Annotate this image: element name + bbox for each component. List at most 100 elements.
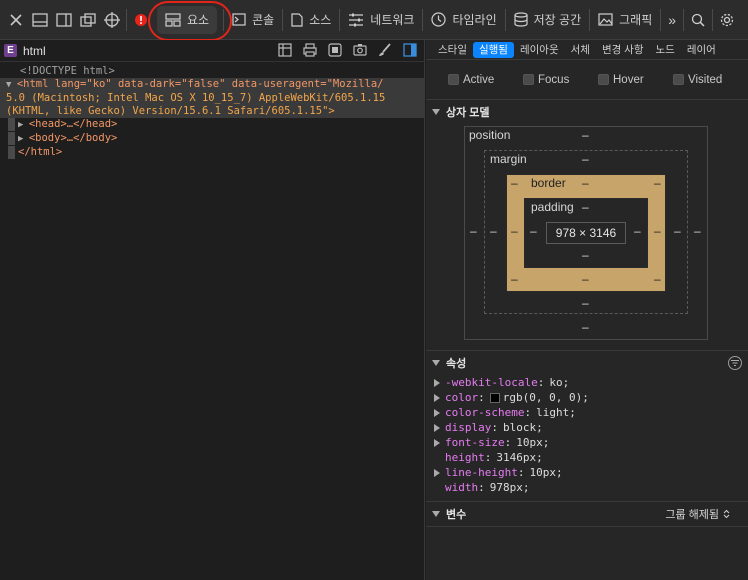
disclosure-triangle-closed-icon[interactable]: [434, 423, 440, 432]
tab-styles[interactable]: 스타일: [432, 42, 473, 58]
grouping-select[interactable]: 그룹 해제됨: [665, 506, 730, 522]
disclosure-triangle-closed-icon[interactable]: [434, 408, 440, 417]
tab-timeline[interactable]: 타임라인: [423, 0, 504, 40]
property-row[interactable]: display: block;: [434, 420, 748, 435]
border-right-value[interactable]: –: [654, 224, 661, 238]
brush-icon[interactable]: [377, 42, 393, 58]
padding-bottom-value[interactable]: –: [582, 248, 589, 262]
state-focus-label: Focus: [538, 73, 570, 86]
state-focus-toggle[interactable]: Focus: [523, 74, 598, 86]
state-hover-toggle[interactable]: Hover: [598, 74, 673, 86]
property-row[interactable]: height:3146px;: [434, 450, 748, 465]
disclosure-triangle-closed-icon[interactable]: ▶: [18, 120, 29, 130]
tab-layout[interactable]: 레이아웃: [514, 42, 565, 58]
undock-icon[interactable]: [78, 10, 98, 30]
box-model-header[interactable]: 상자 모델: [426, 100, 748, 124]
margin-bottom-value[interactable]: –: [582, 296, 589, 310]
property-row[interactable]: -webkit-locale: ko;: [434, 375, 748, 390]
checkbox-icon[interactable]: [673, 74, 684, 85]
tab-elements[interactable]: 요소: [157, 5, 218, 34]
property-colon: :: [504, 436, 512, 449]
tab-node[interactable]: 노드: [650, 42, 681, 58]
filter-icon[interactable]: [728, 356, 742, 370]
head-node[interactable]: ▶ <head>…</head>: [0, 118, 424, 132]
property-row[interactable]: color-scheme: light;: [434, 405, 748, 420]
print-icon[interactable]: [302, 42, 318, 58]
property-name: color-scheme: [445, 406, 525, 419]
property-row[interactable]: font-size:10px;: [434, 435, 748, 450]
tab-storage-label: 저장 공간: [533, 13, 582, 27]
property-row[interactable]: line-height:10px;: [434, 465, 748, 480]
tab-sources[interactable]: 소스: [283, 0, 339, 40]
variables-header[interactable]: 변수 그룹 해제됨: [426, 502, 748, 526]
tab-font[interactable]: 서체: [565, 42, 596, 58]
position-bottom-value[interactable]: –: [582, 320, 589, 334]
disclosure-triangle-closed-icon[interactable]: [434, 378, 440, 387]
margin-left-value[interactable]: –: [490, 224, 497, 238]
variables-title: 변수: [446, 509, 467, 521]
html-node-selected[interactable]: ▼ <html lang="ko" data-dark="false" data…: [0, 78, 424, 118]
properties-header[interactable]: 속성: [426, 351, 748, 375]
disclosure-triangle-closed-icon[interactable]: ▶: [18, 134, 29, 144]
margin-top-value[interactable]: –: [582, 152, 589, 166]
checkbox-icon[interactable]: [448, 74, 459, 85]
html-close-node[interactable]: </html>: [0, 146, 424, 159]
inspect-target-icon[interactable]: [102, 10, 122, 30]
position-left-value[interactable]: –: [470, 224, 477, 238]
checkbox-icon[interactable]: [523, 74, 534, 85]
dock-bottom-icon[interactable]: [30, 10, 50, 30]
disclosure-triangle-open-icon[interactable]: [432, 109, 440, 115]
tab-graphics[interactable]: 그래픽: [590, 0, 660, 40]
padding-label: padding: [531, 200, 574, 214]
search-icon[interactable]: [688, 10, 708, 30]
property-row[interactable]: width:978px;: [434, 480, 748, 495]
indent-guide: [8, 132, 15, 145]
checkbox-icon[interactable]: [598, 74, 609, 85]
position-top-value[interactable]: –: [582, 128, 589, 142]
body-node[interactable]: ▶ <body>…</body>: [0, 132, 424, 146]
disclosure-triangle-open-icon[interactable]: [432, 511, 440, 517]
border-bottom-value[interactable]: –: [582, 272, 589, 286]
box-content-size[interactable]: 978 × 3146: [546, 222, 626, 244]
more-tabs-button[interactable]: »: [661, 0, 683, 40]
chevron-updown-icon: [723, 509, 730, 519]
tab-network[interactable]: 네트워크: [340, 0, 422, 40]
disclosure-triangle-open-icon[interactable]: [432, 360, 440, 366]
border-left-value[interactable]: –: [511, 224, 518, 238]
dock-side-icon[interactable]: [54, 10, 74, 30]
close-icon[interactable]: [6, 10, 26, 30]
property-row[interactable]: color: rgb(0, 0, 0);: [434, 390, 748, 405]
selected-node-title[interactable]: html: [23, 44, 46, 58]
section-divider: [426, 526, 748, 527]
box-model-title: 상자 모델: [446, 107, 490, 119]
margin-right-value[interactable]: –: [674, 224, 681, 238]
tab-storage[interactable]: 저장 공간: [506, 0, 590, 40]
padding-right-value[interactable]: –: [634, 224, 641, 238]
tab-computed[interactable]: 실행됨: [472, 41, 514, 58]
disclosure-triangle-closed-icon[interactable]: [434, 438, 440, 447]
sidebar-toggle-icon[interactable]: [402, 42, 418, 58]
disclosure-triangle-open-icon[interactable]: ▼: [6, 80, 17, 90]
border-top-value[interactable]: –: [582, 176, 589, 190]
state-visited-toggle[interactable]: Visited: [673, 74, 748, 86]
padding-left-value[interactable]: –: [530, 224, 537, 238]
layout-boxes-icon[interactable]: [327, 42, 343, 58]
padding-top-value[interactable]: –: [582, 200, 589, 214]
position-right-value[interactable]: –: [694, 224, 701, 238]
error-icon[interactable]: [131, 10, 151, 30]
dom-breadcrumb: E html: [0, 40, 424, 62]
disclosure-triangle-closed-icon[interactable]: [434, 393, 440, 402]
screenshot-icon[interactable]: [352, 42, 368, 58]
doctype-node[interactable]: <!DOCTYPE html>: [0, 65, 424, 78]
tab-console[interactable]: 콘솔: [224, 0, 282, 40]
tab-layers[interactable]: 레이어: [681, 42, 722, 58]
property-colon: :: [478, 481, 485, 494]
tab-changes[interactable]: 변경 사항: [596, 42, 650, 58]
gear-icon[interactable]: [717, 10, 737, 30]
sources-icon: [291, 12, 303, 27]
doctype-text: <!DOCTYPE html>: [20, 65, 115, 77]
grid-overlay-icon[interactable]: [277, 42, 293, 58]
state-active-toggle[interactable]: Active: [448, 74, 523, 86]
color-swatch-icon[interactable]: [489, 392, 500, 403]
disclosure-triangle-closed-icon[interactable]: [434, 468, 440, 477]
